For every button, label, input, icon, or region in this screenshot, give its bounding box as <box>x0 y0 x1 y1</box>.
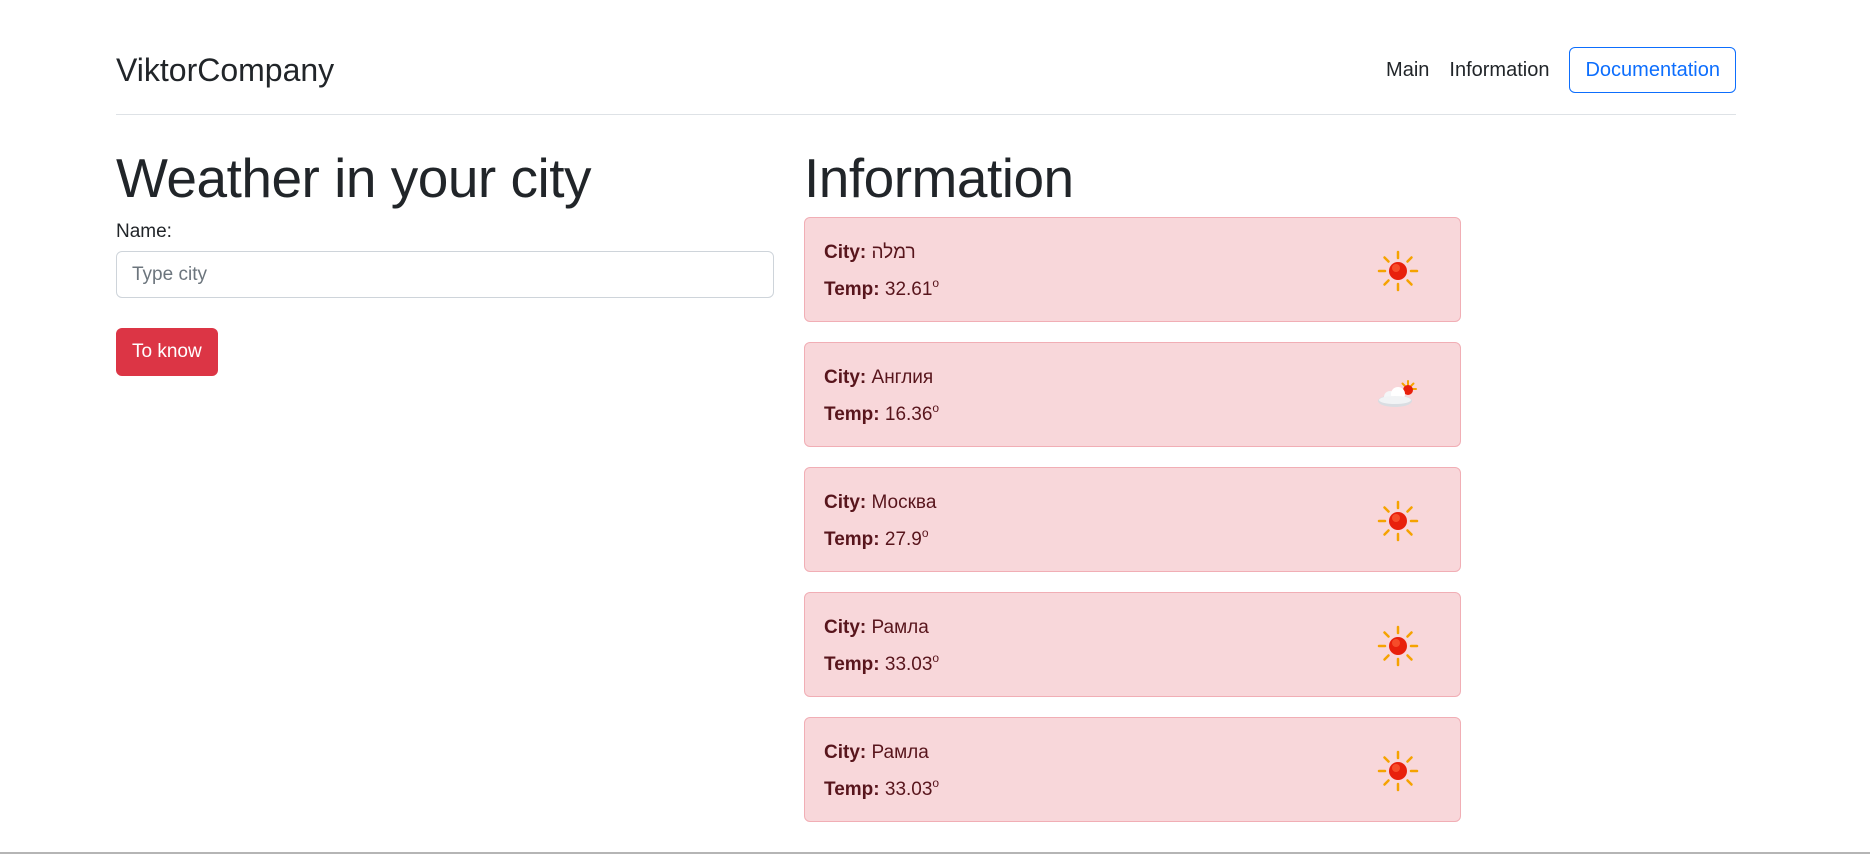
city-row: City: Москва <box>824 490 936 516</box>
city-label: City: <box>824 242 867 263</box>
weather-card: City: Англия Temp: 16.36o <box>804 342 1461 447</box>
city-row: City: Рамла <box>824 740 929 766</box>
degree-sign: o <box>932 276 940 290</box>
temp-row: Temp: 27.9o <box>824 520 929 553</box>
brand-logo[interactable]: ViktorCompany <box>116 50 334 90</box>
city-row: City: רמלה <box>824 240 916 266</box>
degree-sign: o <box>921 526 929 540</box>
sun-icon <box>1377 750 1419 792</box>
weather-card: City: רמלה Temp: 32.61o <box>804 217 1461 322</box>
nav-bar: Main Information Documentation <box>1376 46 1736 94</box>
temp-value: 33.03 <box>884 654 933 675</box>
city-name: Англия <box>871 367 934 388</box>
sun-icon <box>1377 250 1419 292</box>
degree-sign: o <box>932 651 940 665</box>
temp-label: Temp: <box>824 279 880 300</box>
city-label: City: <box>824 367 867 388</box>
city-input[interactable] <box>116 251 774 298</box>
temp-label: Temp: <box>824 654 880 675</box>
to-know-button[interactable]: To know <box>116 328 218 376</box>
weather-form: Weather in your city Name: To know <box>116 145 774 376</box>
city-label: City: <box>824 492 867 513</box>
temp-row: Temp: 16.36o <box>824 395 939 428</box>
temp-label: Temp: <box>824 529 880 550</box>
weather-list: City: רמלה Temp: 32.61o City: Англия Tem… <box>804 217 1461 822</box>
city-row: City: Рамла <box>824 615 929 641</box>
temp-row: Temp: 32.61o <box>824 270 939 303</box>
temp-value: 32.61 <box>884 279 933 300</box>
city-label: City: <box>824 742 867 763</box>
temp-label: Temp: <box>824 404 880 425</box>
form-title: Weather in your city <box>116 147 592 209</box>
city-name: Москва <box>871 492 937 513</box>
weather-card: City: Москва Temp: 27.9o <box>804 467 1461 572</box>
name-label: Name: <box>116 221 172 242</box>
nav-link-main[interactable]: Main <box>1376 46 1439 94</box>
temp-row: Temp: 33.03o <box>824 770 939 803</box>
information-panel: Information City: רמלה Temp: 32.61o City… <box>804 145 1461 822</box>
cloud-sun-icon <box>1378 380 1417 407</box>
information-title: Information <box>804 147 1074 209</box>
weather-card: City: Рамла Temp: 33.03o <box>804 592 1461 697</box>
sun-icon <box>1377 500 1419 542</box>
city-name: Рамла <box>871 742 929 763</box>
city-label: City: <box>824 617 867 638</box>
degree-sign: o <box>932 401 940 415</box>
page-container: ViktorCompany Main Information Documenta… <box>116 0 1736 822</box>
city-row: City: Англия <box>824 365 933 391</box>
temp-value: 33.03 <box>884 779 933 800</box>
sun-icon <box>1377 625 1419 667</box>
degree-sign: o <box>932 776 940 790</box>
temp-value: 16.36 <box>884 404 933 425</box>
nav-link-information[interactable]: Information <box>1439 46 1559 94</box>
temp-row: Temp: 33.03o <box>824 645 939 678</box>
temp-label: Temp: <box>824 779 880 800</box>
city-name: Рамла <box>871 617 929 638</box>
city-name: רמלה <box>871 242 916 263</box>
weather-card: City: Рамла Temp: 33.03o <box>804 717 1461 822</box>
documentation-button[interactable]: Documentation <box>1569 47 1736 93</box>
header: ViktorCompany Main Information Documenta… <box>116 0 1736 115</box>
temp-value: 27.9 <box>884 529 922 550</box>
